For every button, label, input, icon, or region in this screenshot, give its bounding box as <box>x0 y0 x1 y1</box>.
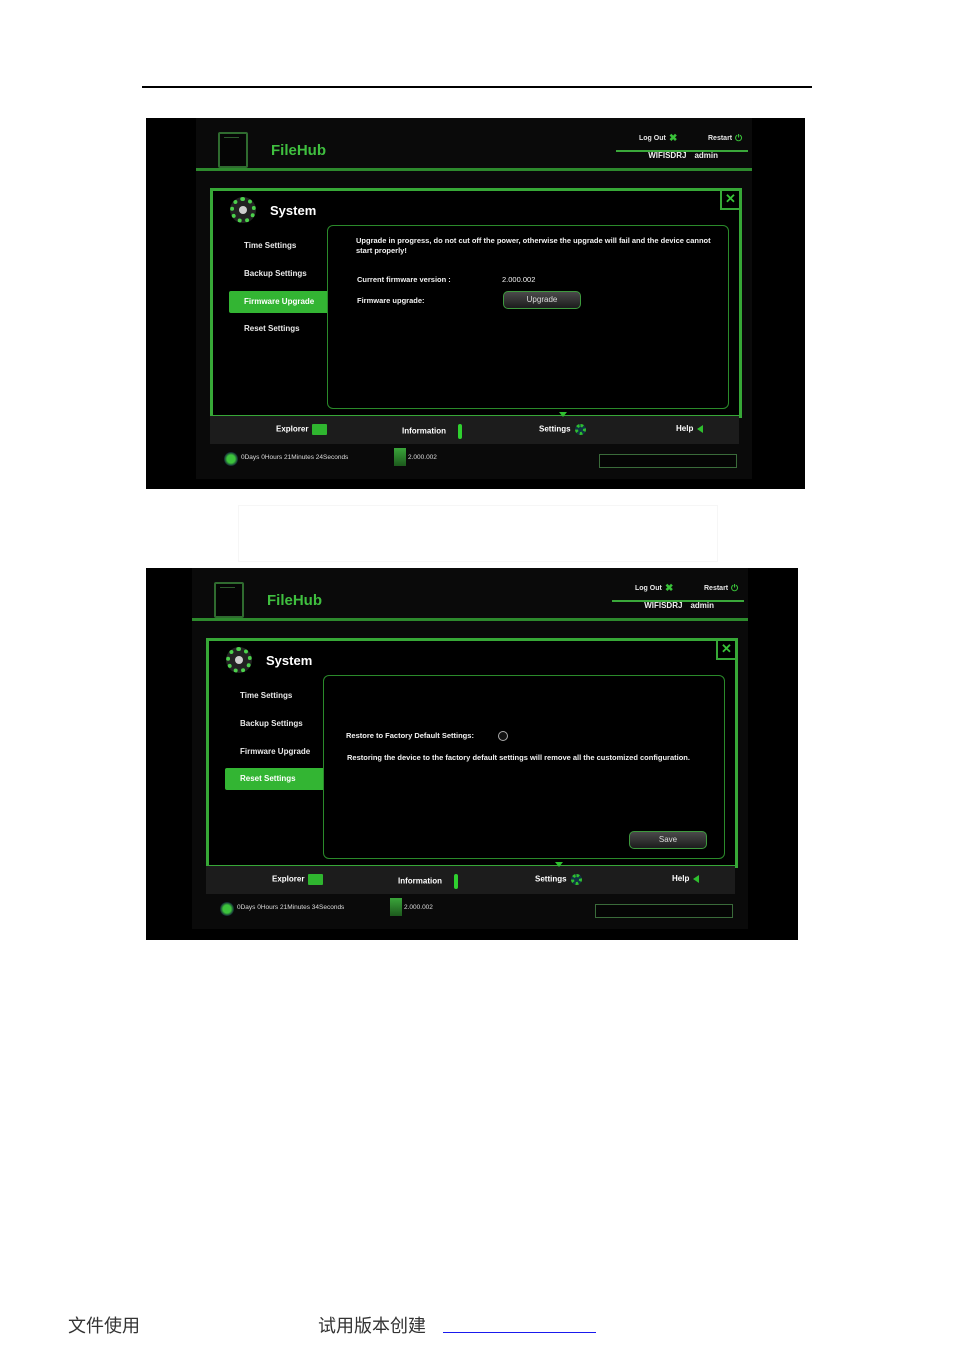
logout-link[interactable]: Log Out ✖ <box>635 583 673 594</box>
active-nav-marker <box>555 862 563 867</box>
top-links: Log Out ✖ Restart ⏻ <box>616 133 748 152</box>
app-window: FileHub Log Out ✖ Restart ⏻ WIFISDRJ admin … <box>196 118 752 479</box>
uptime-text: 0Days 0Hours 21Minutes 24Seconds <box>241 454 349 461</box>
section-title: System <box>266 653 313 668</box>
footer-center-text: 试用版本创建 <box>318 1316 426 1337</box>
save-button[interactable]: Save <box>629 831 707 849</box>
nav-help[interactable]: Help <box>672 874 700 883</box>
sidebar-item-reset-settings[interactable]: Reset Settings <box>225 768 323 790</box>
active-nav-marker <box>559 412 567 417</box>
top-links: Log Out ✖ Restart ⏻ <box>612 583 744 602</box>
header-divider <box>196 168 752 171</box>
user-info: WIFISDRJ admin <box>648 151 718 160</box>
power-icon: ⏻ <box>731 583 739 593</box>
sidebar-item-time-settings[interactable]: Time Settings <box>225 685 323 707</box>
restart-link[interactable]: Restart ⏻ <box>708 133 742 143</box>
top-rule <box>142 86 812 88</box>
nav-explorer[interactable]: Explorer <box>276 424 328 435</box>
settings-gear-icon <box>574 424 586 435</box>
app-title: FileHub <box>271 142 326 159</box>
section-title: System <box>270 203 317 218</box>
nav-explorer[interactable]: Explorer <box>272 874 324 885</box>
username: WIFISDRJ <box>648 151 687 160</box>
sidebar-item-time-settings[interactable]: Time Settings <box>229 235 327 257</box>
app-window: FileHub Log Out ✖ Restart ⏻ WIFISDRJ admin … <box>192 568 748 929</box>
version-box-icon <box>390 898 402 916</box>
screenshot-firmware-upgrade: FileHub Log Out ✖ Restart ⏻ WIFISDRJ admin … <box>146 118 805 489</box>
sidebar-item-firmware-upgrade[interactable]: Firmware Upgrade <box>225 741 323 763</box>
version-box-icon <box>394 448 406 466</box>
filehub-logo-icon <box>214 582 244 618</box>
content-pane: Restore to Factory Default Settings: Res… <box>323 675 725 859</box>
gear-icon <box>226 647 252 673</box>
sidebar-item-reset-settings[interactable]: Reset Settings <box>229 318 327 340</box>
user-info: WIFISDRJ admin <box>644 601 714 610</box>
screenshot-reset-settings: FileHub Log Out ✖ Restart ⏻ WIFISDRJ admin … <box>146 568 798 940</box>
settings-gear-icon <box>570 874 582 885</box>
user-role: admin <box>690 601 714 610</box>
bottom-nav: Explorer Information Settings Help <box>210 412 739 444</box>
restore-radio[interactable] <box>498 731 508 741</box>
system-panel: ✕ System Time Settings Backup Settings F… <box>210 188 742 418</box>
bottom-nav: Explorer Information Settings Help <box>206 862 735 894</box>
version-text: 2.000.002 <box>408 454 437 461</box>
upgrade-button[interactable]: Upgrade <box>503 291 581 309</box>
header-divider <box>192 618 748 621</box>
username: WIFISDRJ <box>644 601 683 610</box>
version-text: 2.000.002 <box>404 904 433 911</box>
folder-icon <box>308 874 324 885</box>
help-arrow-icon <box>697 424 704 433</box>
sidebar-item-backup-settings[interactable]: Backup Settings <box>229 263 327 285</box>
gear-icon <box>230 197 256 223</box>
blank-frame <box>238 505 718 562</box>
content-pane: Upgrade in progress, do not cut off the … <box>327 225 729 409</box>
close-icon[interactable]: ✕ <box>716 639 737 660</box>
system-panel: ✕ System Time Settings Backup Settings F… <box>206 638 738 868</box>
close-icon[interactable]: ✕ <box>720 189 741 210</box>
sidebar-item-firmware-upgrade[interactable]: Firmware Upgrade <box>229 291 327 313</box>
user-role: admin <box>694 151 718 160</box>
folder-icon <box>312 424 328 435</box>
uptime-text: 0Days 0Hours 21Minutes 34Seconds <box>237 904 345 911</box>
restore-note: Restoring the device to the factory defa… <box>347 753 690 762</box>
nav-information[interactable]: Information <box>402 424 462 439</box>
help-arrow-icon <box>693 874 700 883</box>
power-icon: ⏻ <box>735 133 743 143</box>
restart-link[interactable]: Restart ⏻ <box>704 583 738 593</box>
status-field <box>595 904 733 918</box>
logout-icon: ✖ <box>665 583 674 594</box>
filehub-logo-icon <box>218 132 248 168</box>
footer-link-underline[interactable] <box>443 1332 596 1333</box>
nav-information[interactable]: Information <box>398 874 458 889</box>
upgrade-warning: Upgrade in progress, do not cut off the … <box>356 236 711 255</box>
current-version-value: 2.000.002 <box>502 275 536 284</box>
nav-help[interactable]: Help <box>676 424 704 433</box>
exclamation-icon <box>454 874 458 889</box>
restore-label: Restore to Factory Default Settings: <box>346 731 474 740</box>
logout-icon: ✖ <box>669 133 678 144</box>
app-title: FileHub <box>267 592 322 609</box>
uptime-icon <box>220 902 234 916</box>
firmware-upgrade-label: Firmware upgrade: <box>357 296 425 305</box>
current-version-label: Current firmware version : <box>357 275 451 284</box>
uptime-icon <box>224 452 238 466</box>
footer-left-text: 文件使用 <box>68 1316 140 1337</box>
exclamation-icon <box>458 424 462 439</box>
logout-link[interactable]: Log Out ✖ <box>639 133 677 144</box>
sidebar-item-backup-settings[interactable]: Backup Settings <box>225 713 323 735</box>
nav-settings[interactable]: Settings <box>539 424 586 435</box>
nav-settings[interactable]: Settings <box>535 874 582 885</box>
status-field <box>599 454 737 468</box>
